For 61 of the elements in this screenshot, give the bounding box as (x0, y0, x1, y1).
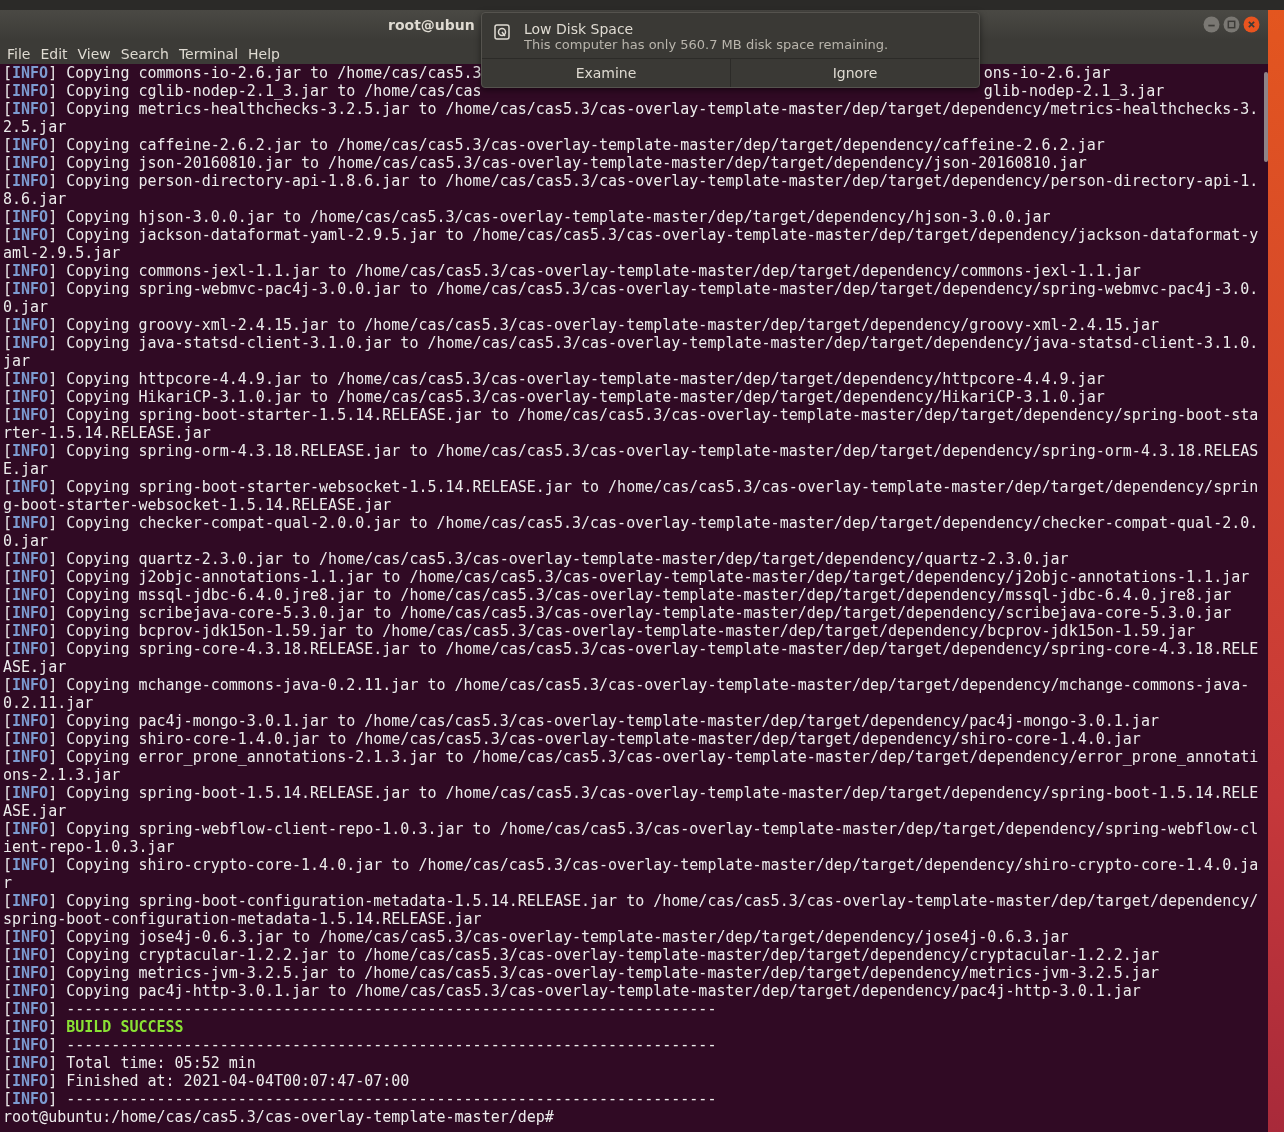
log-line: [INFO] Copying pac4j-mongo-3.0.1.jar to /home/cas/cas5.3/cas-overlay-template-master/dep/target/dependency/pac4j-mongo-3.0.1.jar (3, 712, 1160, 730)
log-line: [INFO] ------------------------------------------------------------------------ (3, 1000, 718, 1018)
log-line: [INFO] Copying metrics-healthchecks-3.2.5.jar to /home/cas/cas5.3/cas-overlay-template-master/dep/target/dependency/metrics-healthchecks-3.2.5.jar (3, 100, 1260, 136)
log-line: [INFO] Copying cryptacular-1.2.2.jar to /home/cas/cas5.3/cas-overlay-template-master/dep/target/dependency/cryptacular-1.2.2.jar (3, 946, 1160, 964)
log-line: [INFO] Copying metrics-jvm-3.2.5.jar to /home/cas/cas5.3/cas-overlay-template-master/dep/target/dependency/metrics-jvm-3.2.5.jar (3, 964, 1160, 982)
close-icon[interactable] (1243, 16, 1260, 33)
log-line: [INFO] BUILD SUCCESS (3, 1018, 185, 1036)
log-line: [INFO] Copying j2objc-annotations-1.1.jar to /home/cas/cas5.3/cas-overlay-template-master/dep/target/dependency/j2objc-annotations-1.1.jar (3, 568, 1251, 586)
log-line: [INFO] Copying bcprov-jdk15on-1.59.jar to /home/cas/cas5.3/cas-overlay-template-master/dep/target/dependency/bcprov-jdk15on-1.59.jar (3, 622, 1197, 640)
notification-button[interactable]: Ignore (730, 59, 979, 87)
log-line: [INFO] Copying quartz-2.3.0.jar to /home/cas/cas5.3/cas-overlay-template-master/dep/target/dependency/quartz-2.3.0.jar (3, 550, 1070, 568)
menu-item[interactable]: File (2, 46, 36, 62)
log-line: [INFO] Copying groovy-xml-2.4.15.jar to /home/cas/cas5.3/cas-overlay-template-master/dep/target/dependency/groovy-xml-2.4.15.jar (3, 316, 1160, 334)
log-line: [INFO] Copying java-statsd-client-3.1.0.jar to /home/cas/cas5.3/cas-overlay-template-master/dep/target/dependency/java-statsd-client-3.1.0.jar (3, 334, 1260, 370)
maximize-icon[interactable] (1223, 16, 1240, 33)
log-line: [INFO] Copying person-directory-api-1.8.6.jar to /home/cas/cas5.3/cas-overlay-template-master/dep/target/dependency/person-directory-api-1.8.6.jar (3, 172, 1260, 208)
log-line: [INFO] Copying shiro-crypto-core-1.4.0.jar to /home/cas/cas5.3/cas-overlay-template-master/dep/target/dependency/shiro-crypto-core-1.4.0.jar (3, 856, 1260, 892)
log-line: [INFO] Copying pac4j-http-3.0.1.jar to /home/cas/cas5.3/cas-overlay-template-master/dep/target/dependency/pac4j-http-3.0.1.jar (3, 982, 1142, 1000)
log-line: [INFO] Copying error_prone_annotations-2.1.3.jar to /home/cas/cas5.3/cas-overlay-template-master/dep/target/dependency/error_prone_annotations-2.1.3.jar (3, 748, 1260, 784)
log-line: [INFO] Copying jose4j-0.6.3.jar to /home/cas/cas5.3/cas-overlay-template-master/dep/target/dependency/jose4j-0.6.3.jar (3, 928, 1070, 946)
scrollbar-thumb[interactable] (1264, 72, 1268, 162)
log-line: [INFO] ------------------------------------------------------------------------ (3, 1036, 718, 1054)
log-line: [INFO] Copying mssql-jdbc-6.4.0.jre8.jar to /home/cas/cas5.3/cas-overlay-template-master/dep/target/dependency/mssql-jdbc-6.4.0.jre8.jar (3, 586, 1233, 604)
log-line: [INFO] Copying HikariCP-3.1.0.jar to /home/cas/cas5.3/cas-overlay-template-master/dep/target/dependency/HikariCP-3.1.0.jar (3, 388, 1106, 406)
log-line: [INFO] Copying spring-webmvc-pac4j-3.0.0.jar to /home/cas/cas5.3/cas-overlay-template-master/dep/target/dependency/spring-webmvc-pac4j-3.0.0.jar (3, 280, 1260, 316)
menu-item[interactable]: Help (243, 46, 285, 62)
log-line: [INFO] Copying spring-boot-starter-1.5.14.RELEASE.jar to /home/cas/cas5.3/cas-overlay-template-master/dep/target/dependency/spring-boot-starter-1.5.14.RELEASE.jar (3, 406, 1260, 442)
notification-title: Low Disk Space (524, 21, 635, 37)
log-line: [INFO] Copying caffeine-2.6.2.jar to /home/cas/cas5.3/cas-overlay-template-master/dep/target/dependency/caffeine-2.6.2.jar (3, 136, 1106, 154)
notification-body: This computer has only 560.7 MB disk space remaining. (524, 37, 889, 52)
menu-item[interactable]: View (72, 46, 116, 62)
log-line: [INFO] Copying commons-io-2.6.jar to /home/cas/cas5.3 (3, 64, 482, 82)
log-line: [INFO] Copying cglib-nodep-2.1_3.jar to /home/cas/cas (3, 82, 482, 100)
log-line: [INFO] Copying scribejava-core-5.3.0.jar to /home/cas/cas5.3/cas-overlay-template-master/dep/target/dependency/scribejava-core-5.3.0.jar (3, 604, 1233, 622)
log-line: [INFO] Total time: 05:52 min (3, 1054, 257, 1072)
log-line: [INFO] Copying spring-boot-1.5.14.RELEASE.jar to /home/cas/cas5.3/cas-overlay-template-master/dep/target/dependency/spring-boot-1.5.14.RELEASE.jar (3, 784, 1260, 820)
log-line: [INFO] Copying mchange-commons-java-0.2.11.jar to /home/cas/cas5.3/cas-overlay-template-master/dep/target/dependency/mchange-commons-java-0.2.11.jar (3, 676, 1251, 712)
log-line: [INFO] Copying spring-orm-4.3.18.RELEASE.jar to /home/cas/cas5.3/cas-overlay-template-master/dep/target/dependency/spring-orm-4.3.18.RELEASE.jar (3, 442, 1260, 478)
log-line: [INFO] Copying spring-boot-starter-websocket-1.5.14.RELEASE.jar to /home/cas/cas5.3/cas-overlay-template-master/dep/target/dependency/spring-boot-starter-websocket-1.5.14.RELEASE.jar (3, 478, 1260, 514)
notification-button[interactable]: Examine (482, 59, 730, 87)
disk-icon (494, 24, 510, 40)
log-line: [INFO] Copying commons-jexl-1.1.jar to /home/cas/cas5.3/cas-overlay-template-master/dep/target/dependency/commons-jexl-1.1.jar (3, 262, 1142, 280)
shell-prompt: root@ubuntu:/home/cas/cas5.3/cas-overlay-template-master/dep# (3, 1108, 555, 1126)
menu-item[interactable]: Edit (35, 46, 73, 62)
minimize-icon[interactable] (1203, 16, 1220, 33)
log-line: [INFO] Copying jackson-dataformat-yaml-2.9.5.jar to /home/cas/cas5.3/cas-overlay-template-master/dep/target/dependency/jackson-dataformat-yaml-2.9.5.jar (3, 226, 1260, 262)
log-line: [INFO] Copying httpcore-4.4.9.jar to /home/cas/cas5.3/cas-overlay-template-master/dep/target/dependency/httpcore-4.4.9.jar (3, 370, 1106, 388)
terminal-text: glib-nodep-2.1_3.jar (983, 82, 1165, 100)
log-line: [INFO] Finished at: 2021-04-04T00:07:47-07:00 (3, 1072, 411, 1090)
log-line: [INFO] Copying spring-webflow-client-repo-1.0.3.jar to /home/cas/cas5.3/cas-overlay-template-master/dep/target/dependency/spring-webflow-client-repo-1.0.3.jar (3, 820, 1260, 856)
log-line: [INFO] Copying checker-compat-qual-2.0.0.jar to /home/cas/cas5.3/cas-overlay-template-master/dep/target/dependency/checker-compat-qual-2.0.0.jar (3, 514, 1260, 550)
window-title: root@ubun (388, 17, 475, 33)
terminal-text: ons-io-2.6.jar (983, 64, 1111, 82)
log-line: [INFO] ------------------------------------------------------------------------ (3, 1090, 718, 1108)
log-line: [INFO] Copying json-20160810.jar to /home/cas/cas5.3/cas-overlay-template-master/dep/target/dependency/json-20160810.jar (3, 154, 1088, 172)
log-line: [INFO] Copying hjson-3.0.0.jar to /home/cas/cas5.3/cas-overlay-template-master/dep/target/dependency/hjson-3.0.0.jar (3, 208, 1052, 226)
log-line: [INFO] Copying shiro-core-1.4.0.jar to /home/cas/cas5.3/cas-overlay-template-master/dep/target/dependency/shiro-core-1.4.0.jar (3, 730, 1142, 748)
menu-item[interactable]: Search (115, 46, 174, 62)
log-line: [INFO] Copying spring-core-4.3.18.RELEASE.jar to /home/cas/cas5.3/cas-overlay-template-master/dep/target/dependency/spring-core-4.3.18.RELEASE.jar (3, 640, 1260, 676)
log-line: [INFO] Copying spring-boot-configuration-metadata-1.5.14.RELEASE.jar to /home/cas/cas5.3/cas-overlay-template-master/dep/target/dependency/spring-boot-configuration-metadata-1.5.14.RELEASE.jar (3, 892, 1260, 928)
menu-item[interactable]: Terminal (173, 46, 244, 62)
